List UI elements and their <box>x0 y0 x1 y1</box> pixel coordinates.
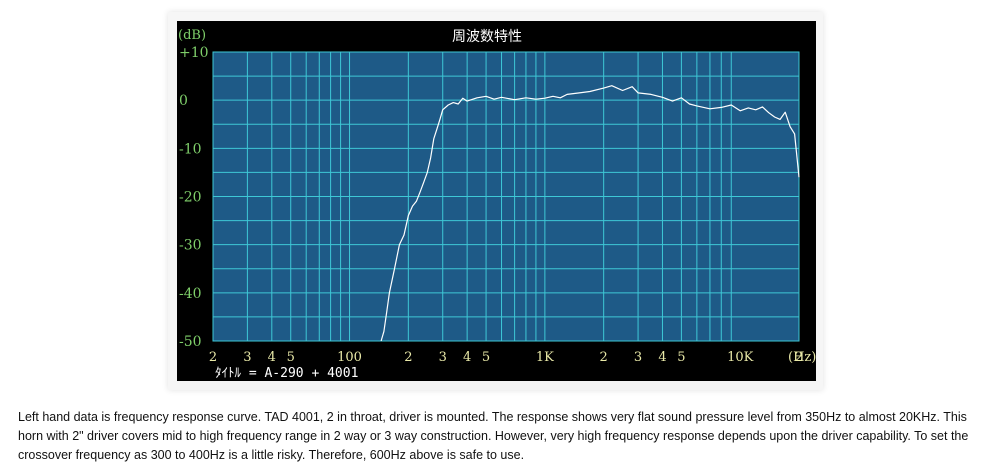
frequency-response-chart: 周波数特性 (dB) (Hz) ﾀｲﾄﾙ = A-290 + 4001 +100… <box>178 28 816 381</box>
y-tick-label: -30 <box>179 238 202 254</box>
x-tick-label: 1K <box>536 350 554 365</box>
x-tick-label: 2 <box>404 350 412 365</box>
y-tick-label: -10 <box>179 141 202 157</box>
x-axis-ticks: 2 3 4 5 100 2 3 4 5 1K 2 3 4 5 10K 2 <box>209 350 803 365</box>
x-tick-label: 3 <box>439 350 447 365</box>
y-tick-label: +10 <box>179 45 209 61</box>
chart-title: 周波数特性 <box>452 29 522 45</box>
y-unit-label: (dB) <box>178 28 206 43</box>
x-tick-label: 5 <box>287 350 295 365</box>
caption-text: Left hand data is frequency response cur… <box>18 410 969 462</box>
x-tick-label: 5 <box>482 350 490 365</box>
y-axis-ticks: +10 0 -10 -20 -30 -40 -50 <box>179 45 209 350</box>
x-tick-label: 4 <box>658 350 666 365</box>
x-tick-label: 2 <box>209 350 217 365</box>
x-tick-label: 10K <box>727 350 754 365</box>
x-tick-label: 2 <box>795 350 803 365</box>
x-tick-label: 4 <box>268 350 276 365</box>
x-tick-label: 2 <box>600 350 608 365</box>
x-tick-label: 3 <box>243 350 251 365</box>
y-tick-label: -20 <box>179 190 202 206</box>
y-tick-label: -40 <box>179 286 202 302</box>
x-tick-label: 5 <box>677 350 685 365</box>
chart-screen: 周波数特性 (dB) (Hz) ﾀｲﾄﾙ = A-290 + 4001 +10 0… <box>177 21 816 381</box>
x-tick-label: 3 <box>634 350 642 365</box>
y-tick-label: 0 <box>179 93 188 109</box>
x-tick-label: 100 <box>337 350 362 365</box>
y-tick-label: -50 <box>179 334 202 350</box>
chart-footer-label: ﾀｲﾄﾙ = A-290 + 4001 <box>215 366 358 381</box>
x-tick-label: 4 <box>463 350 471 365</box>
